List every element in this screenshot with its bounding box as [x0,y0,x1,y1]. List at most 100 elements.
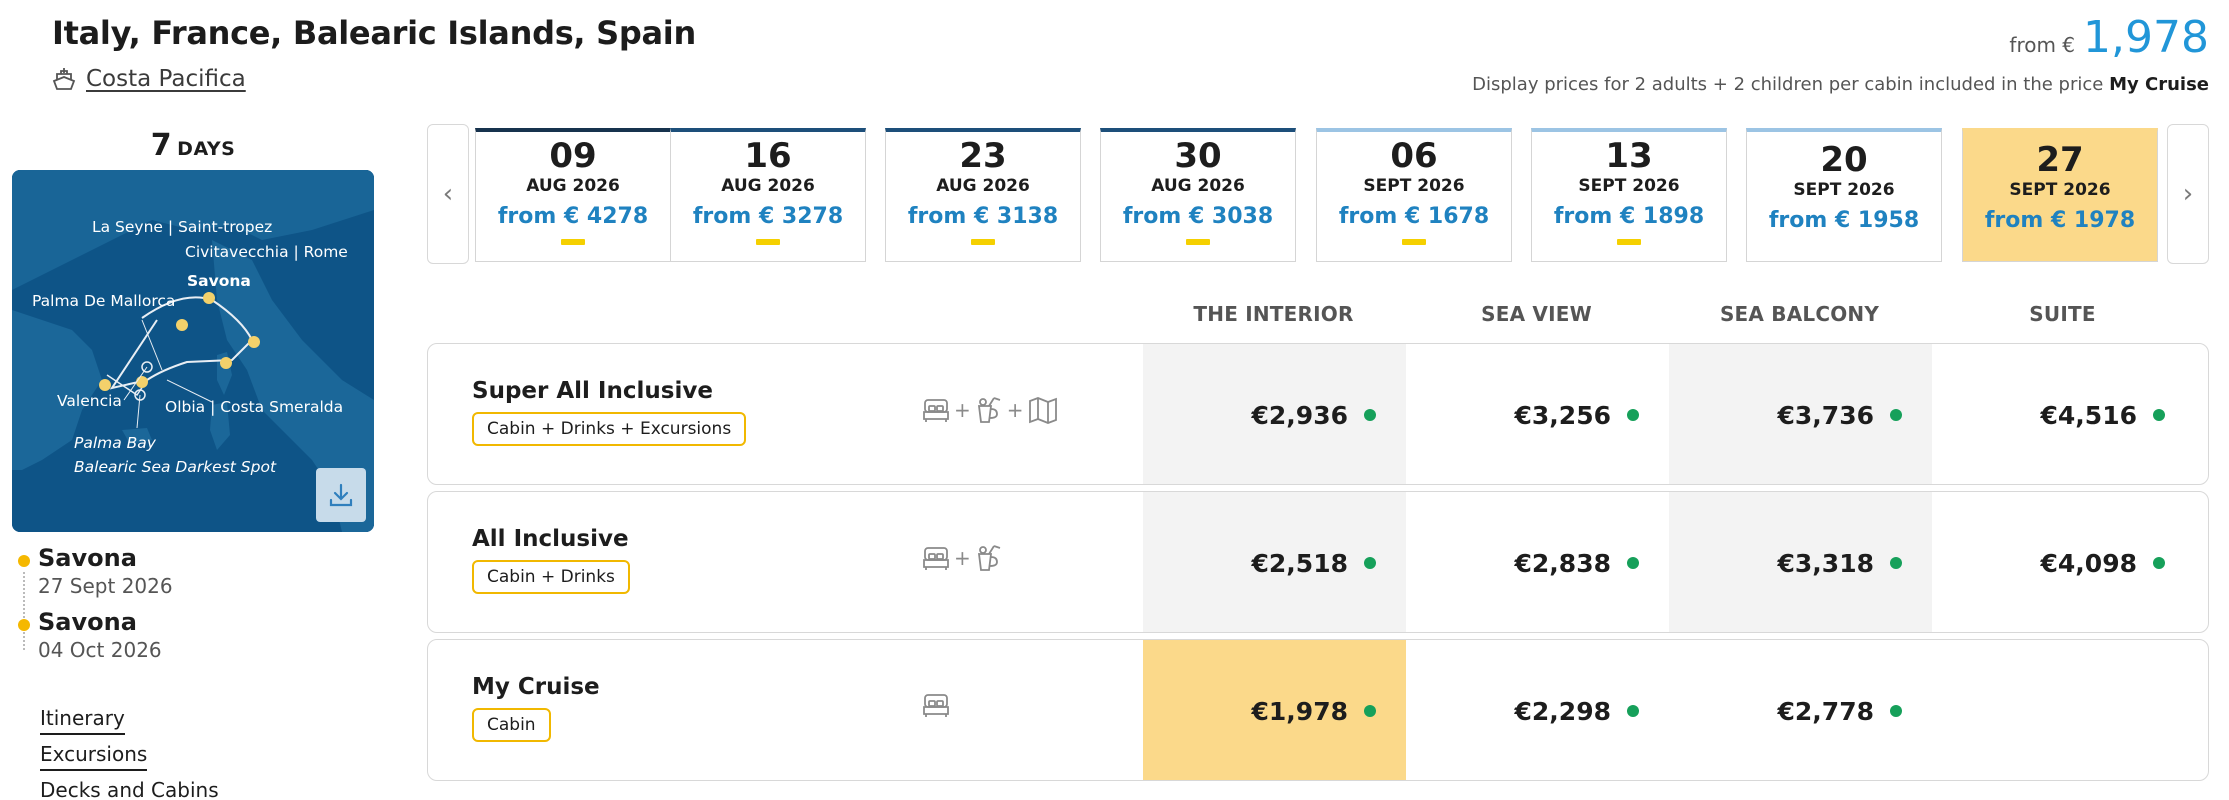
availability-bar [1186,239,1210,245]
date-card[interactable]: 13 SEPT 2026 from € 1898 [1531,128,1727,262]
duration: 7 DAYS [12,128,374,163]
display-note-text: Display prices for 2 adults + 2 children… [1472,74,2104,95]
package-row-all-inclusive: All Inclusive Cabin + Drinks + €2,518 €2… [427,491,2209,633]
price-amount: €3,256 [1514,400,1611,430]
map-label-palma-bay: Palma Bay [74,434,156,452]
map-label-savona: Savona [187,272,251,290]
price-cell[interactable]: €2,778 [1669,640,1932,780]
availability-dot [2153,557,2165,569]
date-card[interactable]: 23 AUG 2026 from € 3138 [885,128,1081,262]
download-map-button[interactable] [316,468,366,522]
column-suite: SUITE [2029,302,2096,326]
price-amount: €2,778 [1777,696,1874,726]
availability-dot [1364,705,1376,717]
date-month: SEPT 2026 [1363,176,1465,196]
date-day: 27 [2036,140,2084,180]
link-itinerary[interactable]: Itinerary [40,706,125,735]
package-tag: Cabin + Drinks + Excursions [472,412,747,446]
header-from-price: from € 1,978 [2009,12,2209,63]
date-card[interactable]: 09 AUG 2026 from € 4278 [475,128,671,262]
carousel-prev-button[interactable]: ‹ [427,124,469,264]
plus-sign: + [954,398,971,422]
price-amount: €3,318 [1777,548,1874,578]
price-cell-selected[interactable]: €1,978 [1143,640,1406,780]
bed-icon [923,694,949,717]
availability-dot [1627,409,1639,421]
price-cell[interactable]: €2,518 [1143,492,1406,632]
carousel-next-button[interactable]: › [2167,124,2209,264]
package-icons [922,692,950,718]
price-cell[interactable]: €4,098 [1932,492,2195,632]
left-nav: Itinerary Excursions Decks and Cabins [40,706,219,800]
price-amount: €4,516 [2040,400,2137,430]
column-sea-view: SEA VIEW [1481,302,1592,326]
date-price: from € 1678 [1338,204,1490,229]
column-interior: THE INTERIOR [1193,302,1354,326]
availability-dot [1890,705,1902,717]
date-day: 23 [959,136,1007,176]
price-cell[interactable]: €2,298 [1406,640,1669,780]
price-amount: €1,978 [1251,696,1348,726]
map-icon [1028,397,1057,424]
map-label-la-seyne: La Seyne | Saint-tropez [92,218,273,236]
from-value: 1,978 [2083,12,2209,63]
date-card[interactable]: 06 SEPT 2026 from € 1678 [1316,128,1512,262]
date-price: from € 3038 [1122,204,1274,229]
package-name: Super All Inclusive [472,378,713,404]
date-day: 13 [1605,136,1653,176]
price-cell[interactable]: €2,838 [1406,492,1669,632]
package-row-super-all-inclusive: Super All Inclusive Cabin + Drinks + Exc… [427,343,2209,485]
bed-icon [923,547,949,570]
itinerary-stops: Savona 27 Sept 2026 Savona 04 Oct 2026 [16,544,173,662]
display-note-package: My Cruise [2109,74,2209,95]
itinerary-map[interactable]: La Seyne | Saint-tropez Civitavecchia | … [12,170,374,532]
availability-dot [1627,557,1639,569]
date-card[interactable]: 20 SEPT 2026 from € 1958 [1746,128,1942,262]
availability-dot [1890,409,1902,421]
plus-sign: + [1006,398,1024,422]
duration-number: 7 [150,128,172,163]
date-price: from € 1978 [1984,208,2136,233]
price-cell[interactable]: €3,256 [1406,344,1669,484]
package-icons: + + [922,396,1058,424]
stop-date: 04 Oct 2026 [38,638,162,662]
drink-icon [977,397,1001,423]
ship-link[interactable]: Costa Pacifica [52,66,246,92]
link-decks-cabins[interactable]: Decks and Cabins [40,778,219,800]
date-day: 30 [1174,136,1222,176]
availability-bar [756,239,780,245]
date-day: 09 [549,136,597,176]
price-cell[interactable]: €2,936 [1143,344,1406,484]
ship-name[interactable]: Costa Pacifica [86,66,246,92]
package-info: Super All Inclusive Cabin + Drinks + Exc… [472,378,747,446]
date-day: 20 [1820,140,1868,180]
package-tag: Cabin + Drinks [472,560,630,594]
stop-departure: Savona 27 Sept 2026 [16,544,173,598]
stop-port: Savona [38,608,137,636]
availability-dot [1364,557,1376,569]
availability-bar [1402,239,1426,245]
map-label-civitavecchia: Civitavecchia | Rome [185,243,348,261]
price-cell[interactable]: €3,736 [1669,344,1932,484]
date-price: from € 1898 [1553,204,1705,229]
stop-port: Savona [38,544,137,572]
date-card-selected[interactable]: 27 SEPT 2026 from € 1978 [1962,128,2158,262]
display-note: Display prices for 2 adults + 2 children… [1472,74,2209,95]
stop-dot [18,555,30,567]
date-day: 06 [1390,136,1438,176]
price-amount: €2,298 [1514,696,1611,726]
stop-dot [18,619,30,631]
availability-dot [1627,705,1639,717]
map-label-olbia: Olbia | Costa Smeralda [165,398,344,416]
price-cell[interactable]: €4,516 [1932,344,2195,484]
link-excursions[interactable]: Excursions [40,742,148,771]
date-card[interactable]: 16 AUG 2026 from € 3278 [670,128,866,262]
availability-bar [971,239,995,245]
price-amount: €2,936 [1251,400,1348,430]
date-price: from € 3278 [692,204,844,229]
column-sea-balcony: SEA BALCONY [1719,302,1880,326]
date-card[interactable]: 30 AUG 2026 from € 3038 [1100,128,1296,262]
price-cell[interactable]: €3,318 [1669,492,1932,632]
date-month: AUG 2026 [721,176,815,196]
plus-sign: + [954,546,971,570]
